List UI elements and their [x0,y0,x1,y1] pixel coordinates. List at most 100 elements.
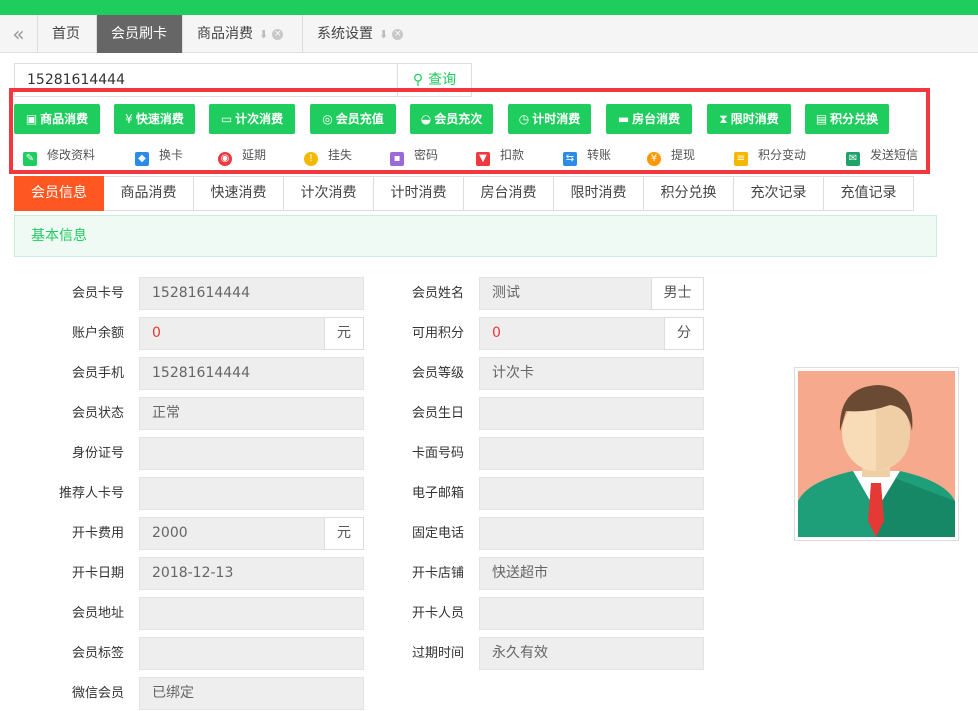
email-field[interactable] [479,477,704,510]
open-staff-field[interactable] [479,597,704,630]
points-change-link[interactable]: ≡ 积分变动 [734,146,807,166]
transfer-link[interactable]: ⇆ 转账 [563,146,612,166]
label-member-tags: 会员标签 [71,646,124,661]
pin-icon[interactable]: ⬇ [259,28,268,41]
button-label: 快速消费 [135,112,184,126]
label-open-staff: 开卡人员 [411,606,464,621]
referrer-card-field[interactable] [139,477,364,510]
yen-coin-icon: ¥ [647,152,661,166]
tab-label: 系统设置 [317,26,373,42]
tag-icon: ◆ [135,152,149,166]
member-phone-field[interactable]: 15281614444 [139,357,364,390]
subtab-room-consumption[interactable]: 房台消费 [464,176,554,211]
label-open-store: 开卡店铺 [411,566,464,581]
subtab-timed-consumption[interactable]: 计时消费 [374,176,464,211]
extend-link[interactable]: ◉ 延期 [218,146,267,166]
subtab-member-info[interactable]: 会员信息 [14,176,104,211]
tab-label: 商品消费 [197,26,253,42]
open-store-field[interactable]: 快送超市 [479,557,704,590]
target-icon: ◉ [218,152,232,166]
report-loss-link[interactable]: ! 挂失 [304,146,353,166]
double-chevron-left-icon[interactable]: « [0,15,38,53]
quick-consumption-button[interactable]: ¥ 快速消费 [114,104,195,134]
down-arrow-icon: ▼ [476,152,490,166]
tab-goods-consumption[interactable]: 商品消费 ⬇ × [183,15,303,53]
withdraw-link[interactable]: ¥ 提现 [647,146,696,166]
deduct-link[interactable]: ▼ 扣款 [476,146,524,166]
member-recharge-button[interactable]: ◎ 会员充值 [310,104,396,134]
subtab-goods-consumption[interactable]: 商品消费 [104,176,194,211]
link-label: 积分变动 [758,148,807,162]
bag-icon: ▣ [25,112,38,126]
timed-consumption-button[interactable]: ◷ 计时消费 [508,104,591,134]
edit-profile-link[interactable]: ✎ 修改资料 [23,146,96,166]
section-title-basic-info: 基本信息 [14,215,937,257]
subtab-count-recharge-records[interactable]: 充次记录 [734,176,824,211]
pin-icon[interactable]: ⬇ [379,28,388,41]
member-address-field[interactable] [139,597,364,630]
link-label: 转账 [587,148,612,162]
coin-icon: ◎ [322,112,333,126]
send-sms-link[interactable]: ✉ 发送短信 [846,146,919,166]
subtab-count-consumption[interactable]: 计次消费 [284,176,374,211]
subtab-points-exchange[interactable]: 积分兑换 [644,176,734,211]
label-landline: 固定电话 [411,526,464,541]
points-exchange-button[interactable]: ▤ 积分兑换 [805,104,889,134]
link-label: 密码 [414,148,439,162]
link-label: 修改资料 [47,148,96,162]
card-icon: ▭ [220,112,233,126]
label-member-phone: 会员手机 [71,366,124,381]
tab-label: 首页 [52,26,80,42]
limited-time-consumption-button[interactable]: ⧗ 限时消费 [707,104,791,134]
tab-home[interactable]: 首页 [38,15,97,53]
password-link[interactable]: ▪ 密码 [390,146,439,166]
label-expiry-time: 过期时间 [411,646,464,661]
gender-addon: 男士 [651,277,704,310]
member-count-recharge-button[interactable]: ◒ 会员充次 [410,104,493,134]
account-balance-field[interactable]: 0 [139,317,325,350]
id-number-field[interactable] [139,437,364,470]
card-fee-field[interactable]: 2000 [139,517,325,550]
subtab-recharge-records[interactable]: 充值记录 [824,176,914,211]
page-tab-bar: « 首页 会员刷卡 商品消费 ⬇ × 系统设置 ⬇ × [0,15,978,53]
member-birthday-field[interactable] [479,397,704,430]
cup-icon: ▬ [617,112,630,126]
transfer-icon: ⇆ [563,152,577,166]
button-label: 积分兑换 [830,112,879,126]
count-consumption-button[interactable]: ▭ 计次消费 [209,104,295,134]
member-tags-field[interactable] [139,637,364,670]
goods-consumption-button[interactable]: ▣ 商品消费 [14,104,100,134]
link-label: 挂失 [328,148,353,162]
button-label: 房台消费 [632,112,681,126]
lock-icon: ▪ [390,152,404,166]
member-status-field[interactable]: 正常 [139,397,364,430]
button-label: 计次消费 [235,112,284,126]
label-email: 电子邮箱 [411,486,464,501]
card-face-number-field[interactable] [479,437,704,470]
sms-icon: ✉ [846,152,860,166]
tab-member-swipe[interactable]: 会员刷卡 [97,15,183,53]
label-id-number: 身份证号 [71,446,124,461]
yen-icon: ¥ [125,112,133,126]
member-name-field[interactable]: 测试 [479,277,652,310]
expiry-time-field[interactable]: 永久有效 [479,637,704,670]
landline-field[interactable] [479,517,704,550]
close-icon[interactable]: × [272,28,284,40]
link-label: 发送短信 [870,148,919,162]
label-member-birthday: 会员生日 [411,406,464,421]
link-label: 提现 [671,148,696,162]
clock-icon: ◷ [518,112,530,126]
close-icon[interactable]: × [392,28,404,40]
tab-system-settings[interactable]: 系统设置 ⬇ × [303,15,423,53]
open-date-field[interactable]: 2018-12-13 [139,557,364,590]
subtab-limited-time-consumption[interactable]: 限时消费 [554,176,644,211]
card-number-field[interactable]: 15281614444 [139,277,364,310]
label-referrer-card: 推荐人卡号 [58,486,124,501]
change-card-link[interactable]: ◆ 换卡 [135,146,183,166]
room-consumption-button[interactable]: ▬ 房台消费 [606,104,692,134]
available-points-field[interactable]: 0 [479,317,665,350]
wechat-member-field[interactable]: 已绑定 [139,677,364,710]
subtab-quick-consumption[interactable]: 快速消费 [194,176,284,211]
member-level-field[interactable]: 计次卡 [479,357,704,390]
link-label: 延期 [242,148,267,162]
